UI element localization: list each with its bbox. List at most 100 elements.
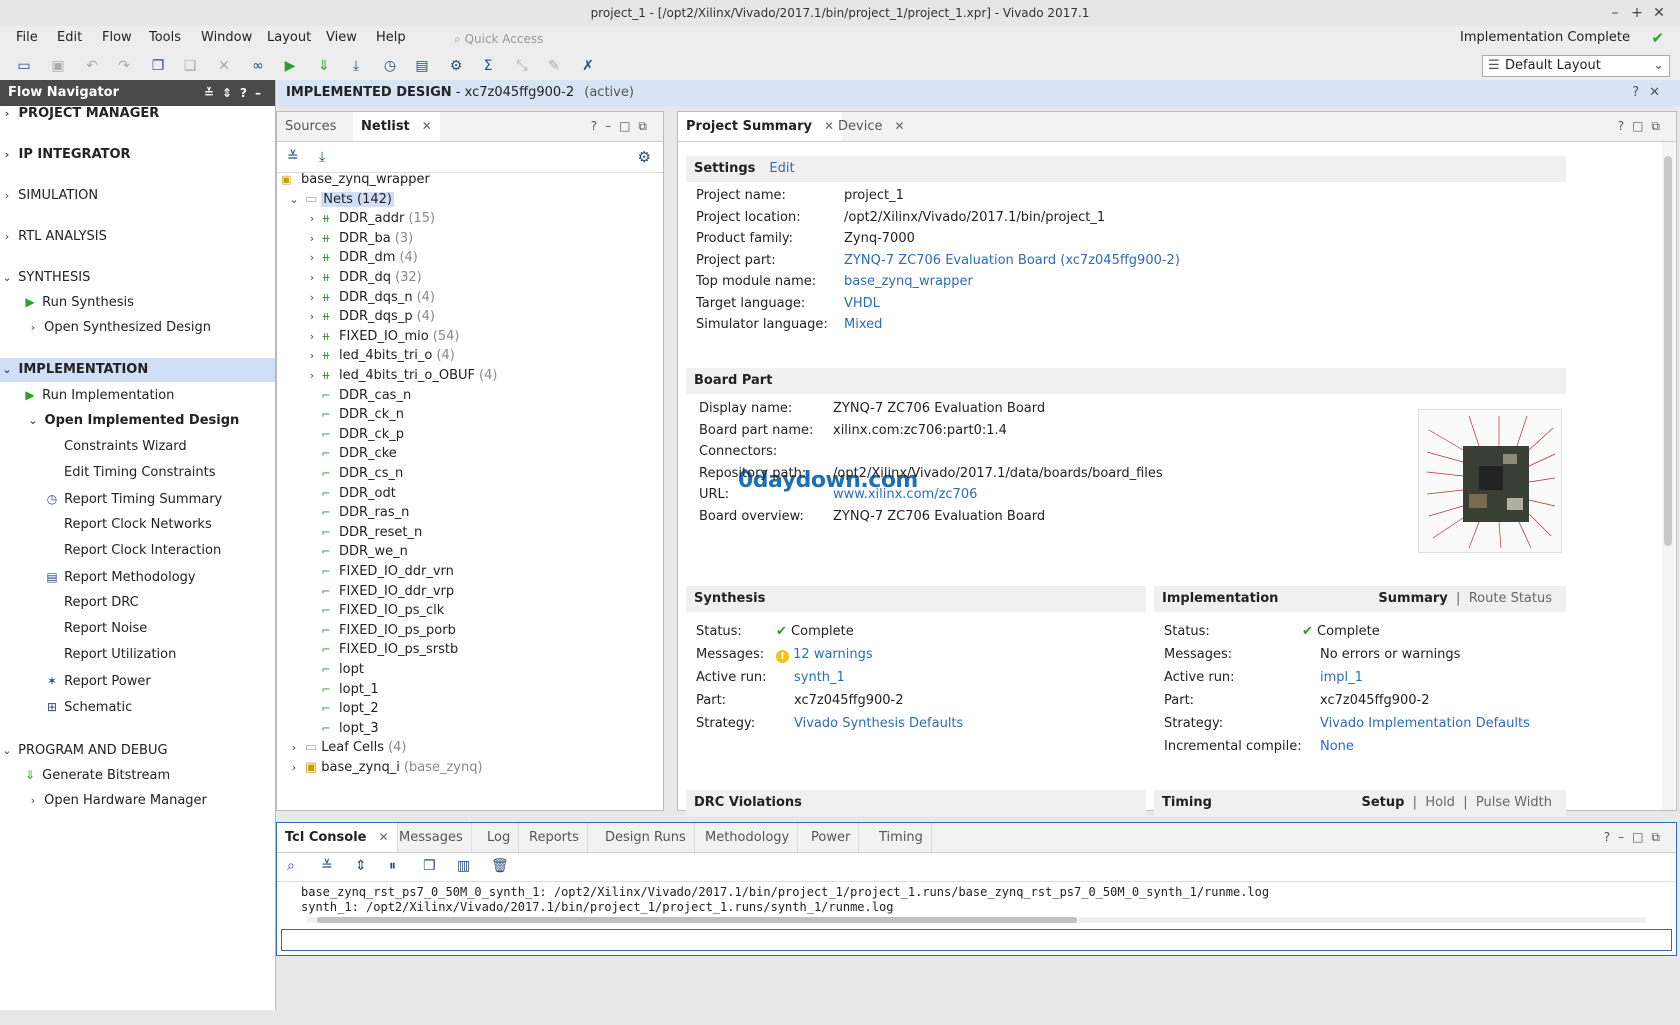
copy-icon[interactable]: ❐ (423, 858, 436, 874)
redo-icon[interactable]: ↷ (114, 57, 134, 75)
save-constraints-icon[interactable]: ⤓ (346, 57, 366, 75)
tab-sources[interactable]: Sources (277, 112, 344, 141)
nav-report-utilization[interactable]: Report Utilization (0, 643, 275, 667)
settings-value[interactable]: ZYNQ-7 ZC706 Evaluation Board (xc7z045ff… (844, 251, 1180, 271)
implementation-tab-route-status[interactable]: Route Status (1469, 591, 1552, 606)
nav-constraints-wizard[interactable]: Constraints Wizard (0, 435, 275, 459)
nav-report-drc[interactable]: Report DRC (0, 591, 275, 615)
summary-scrollbar[interactable] (1662, 142, 1674, 810)
console-tab[interactable]: Power (803, 823, 860, 852)
tree-row-bus-net[interactable]: › ⧺ DDR_ba (3) (305, 229, 413, 249)
menu-window[interactable]: Window (201, 30, 252, 45)
impl-incremental-link[interactable]: None (1320, 737, 1354, 757)
settings-value[interactable]: base_zynq_wrapper (844, 272, 973, 292)
tab-device[interactable]: Device ✕ (830, 112, 913, 141)
panel-controls[interactable]: ?–□⧉ (591, 112, 655, 141)
console-tab[interactable]: Messages (391, 823, 472, 852)
nav-program-and-debug[interactable]: ⌄ PROGRAM AND DEBUG (0, 739, 275, 763)
tree-row-net[interactable]: ⌐ FIXED_IO_ddr_vrn (319, 562, 454, 582)
nav-report-methodology[interactable]: ▤ Report Methodology (0, 565, 275, 589)
tree-row-net[interactable]: ⌐ DDR_reset_n (319, 523, 422, 543)
tree-row-net[interactable]: ⌐ DDR_we_n (319, 542, 408, 562)
tree-row-net[interactable]: ⌐ lopt_1 (319, 680, 378, 700)
tree-row-bus-net[interactable]: › ⧺ DDR_dq (32) (305, 268, 422, 288)
console-tab[interactable]: Tcl Console ✕ (277, 823, 398, 852)
nav-report-clock-networks[interactable]: Report Clock Networks (0, 513, 275, 537)
tree-row-bus-net[interactable]: › ⧺ led_4bits_tri_o_OBUF (4) (305, 366, 498, 386)
quick-access-field[interactable]: ⌕ Quick Access (450, 28, 650, 50)
scrollbar-thumb[interactable] (317, 917, 1077, 923)
nav-schematic[interactable]: ⊞ Schematic (0, 695, 275, 719)
sigma-icon[interactable]: Σ (478, 57, 498, 75)
tools-icon[interactable]: ✗ (578, 57, 598, 75)
timing-tab-hold[interactable]: Hold (1425, 795, 1455, 810)
menu-view[interactable]: View (326, 30, 357, 45)
tree-row-net[interactable]: ⌐ lopt_2 (319, 699, 378, 719)
tree-row-nets[interactable]: ⌄ ▭ Nets (142) (287, 190, 394, 210)
synthesis-strategy-link[interactable]: Vivado Synthesis Defaults (794, 714, 963, 734)
paste-icon[interactable]: ❏ (180, 57, 200, 75)
console-tab[interactable]: Design Runs (597, 823, 695, 852)
tree-row-net[interactable]: ⌐ FIXED_IO_ddr_vrp (319, 582, 454, 602)
panel-controls[interactable]: ?–□⧉ (1604, 823, 1668, 852)
nav-report-power[interactable]: ✶ Report Power (0, 669, 275, 693)
nav-report-clock-interaction[interactable]: Report Clock Interaction (0, 539, 275, 563)
impl-run-link[interactable]: impl_1 (1320, 668, 1363, 688)
settings-value[interactable]: VHDL (844, 294, 880, 314)
tree-row-bus-net[interactable]: › ⧺ DDR_addr (15) (305, 209, 435, 229)
nav-open-implemented-design[interactable]: ⌄ Open Implemented Design (0, 409, 275, 433)
nav-report-noise[interactable]: Report Noise (0, 617, 275, 641)
nav-ip-integrator[interactable]: › IP INTEGRATOR (0, 143, 275, 167)
find-icon[interactable]: ∞ (248, 57, 268, 75)
tree-row-net[interactable]: ⌐ lopt_3 (319, 719, 378, 739)
nav-simulation[interactable]: › SIMULATION (0, 184, 275, 208)
delete-icon[interactable]: ✕ (214, 57, 234, 75)
close-window-icon[interactable]: ✕ (1648, 0, 1670, 26)
tree-row-net[interactable]: ⌐ DDR_cke (319, 444, 396, 464)
tree-row-net[interactable]: ⌐ lopt (319, 660, 364, 680)
nav-run-synthesis[interactable]: ▶ Run Synthesis (0, 290, 275, 314)
panel-controls[interactable]: ?□⧉ (1618, 112, 1668, 141)
tree-row-net[interactable]: ⌐ FIXED_IO_ps_porb (319, 621, 455, 641)
cross-probe-icon[interactable]: ⤡ (512, 57, 532, 75)
pencil-icon[interactable]: ✎ (544, 57, 564, 75)
tree-row-bus-net[interactable]: › ⧺ led_4bits_tri_o (4) (305, 346, 455, 366)
console-tab[interactable]: Timing (871, 823, 932, 852)
tree-row-leaf-cells[interactable]: › ▭ Leaf Cells (4) (287, 738, 407, 758)
scrollbar-thumb[interactable] (1664, 156, 1672, 546)
impl-strategy-link[interactable]: Vivado Implementation Defaults (1320, 714, 1530, 734)
menu-help[interactable]: Help (376, 30, 406, 45)
layout-select[interactable]: ☰ Default Layout ⌄ (1482, 55, 1670, 77)
tree-row-net[interactable]: ⌐ DDR_ck_n (319, 405, 404, 425)
timing-icon[interactable]: ◷ (380, 57, 400, 75)
tree-row-root[interactable]: ▣ base_zynq_wrapper (281, 170, 430, 190)
console-tab[interactable]: Methodology (697, 823, 799, 852)
trash-icon[interactable]: 🗑 (491, 858, 509, 874)
gear-icon[interactable]: ⚙ (638, 148, 651, 166)
timing-tab-setup[interactable]: Setup (1361, 795, 1404, 810)
implementation-tab-summary[interactable]: Summary (1378, 591, 1447, 606)
report-icon[interactable]: ▤ (412, 57, 432, 75)
minimize-icon[interactable]: – (1604, 0, 1626, 26)
tree-row-net[interactable]: ⌐ DDR_cs_n (319, 464, 403, 484)
close-tab-icon[interactable]: ✕ (894, 119, 904, 133)
nav-rtl-analysis[interactable]: › RTL ANALYSIS (0, 225, 275, 249)
menu-layout[interactable]: Layout (267, 30, 311, 45)
tree-row-net[interactable]: ⌐ DDR_odt (319, 484, 395, 504)
tree-row-bus-net[interactable]: › ⧺ DDR_dm (4) (305, 248, 418, 268)
tree-row-bus-net[interactable]: › ⧺ FIXED_IO_mio (54) (305, 327, 460, 347)
tab-netlist[interactable]: Netlist ✕ (353, 112, 440, 141)
nav-generate-bitstream[interactable]: ⇓ Generate Bitstream (0, 763, 275, 787)
menu-file[interactable]: File (16, 30, 38, 45)
board-value[interactable]: www.xilinx.com/zc706 (833, 485, 977, 505)
menu-edit[interactable]: Edit (57, 30, 82, 45)
maximize-icon[interactable]: + (1626, 0, 1648, 26)
console-tab[interactable]: Reports (521, 823, 588, 852)
tree-row-bus-net[interactable]: › ⧺ DDR_dqs_p (4) (305, 307, 435, 327)
tree-row-instance[interactable]: › ▣ base_zynq_i (base_zynq) (287, 758, 483, 778)
nav-synthesis[interactable]: ⌄ SYNTHESIS (0, 266, 275, 290)
collapse-all-icon[interactable]: ≚ (287, 149, 299, 165)
nav-project-manager[interactable]: › PROJECT MANAGER (0, 102, 275, 126)
settings-icon[interactable]: ⚙ (446, 57, 466, 75)
expand-icon[interactable]: ⤓ (319, 149, 325, 165)
